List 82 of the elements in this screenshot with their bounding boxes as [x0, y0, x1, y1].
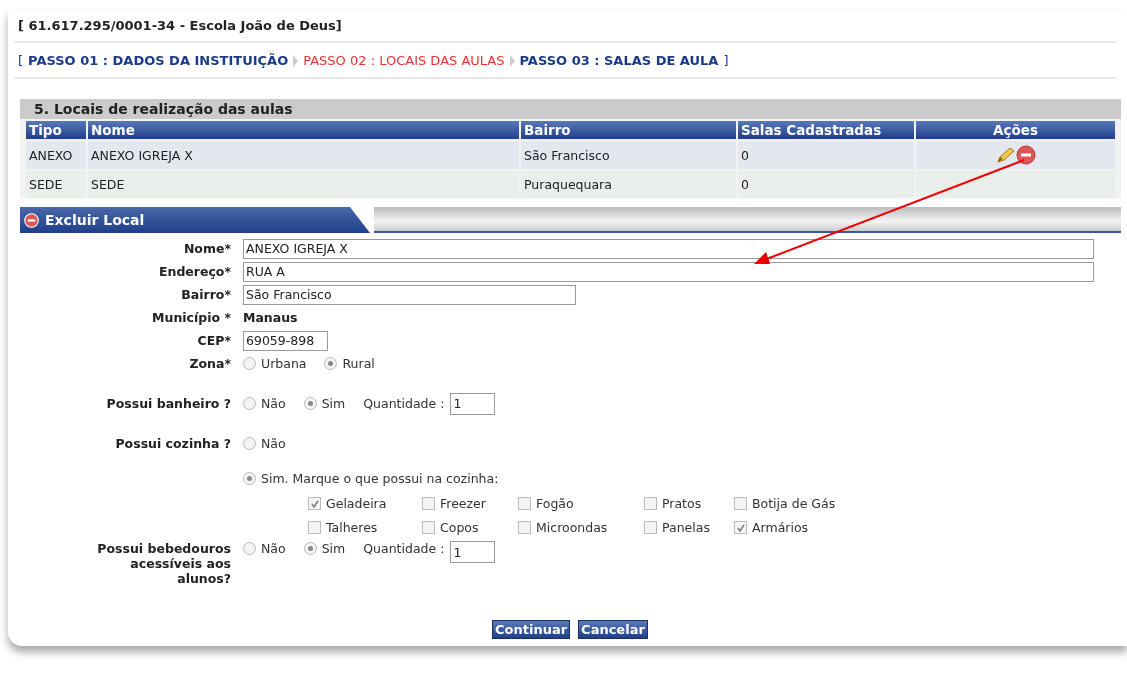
radio-button[interactable]: [243, 542, 256, 555]
checkbox[interactable]: [518, 521, 531, 534]
delete-icon: [24, 212, 39, 228]
checkbox-label: Fogão: [536, 496, 574, 511]
continue-button[interactable]: Continuar: [492, 620, 571, 639]
delete-icon[interactable]: [1015, 145, 1036, 165]
column-header: Ações: [916, 121, 1115, 139]
checkbox-label: Geladeira: [326, 496, 387, 511]
option-label: Não: [261, 396, 286, 411]
checkbox-label: Copos: [440, 520, 479, 535]
checkbox[interactable]: [518, 497, 531, 510]
column-header: Nome: [88, 121, 519, 139]
address-field[interactable]: RUA A: [243, 261, 1094, 282]
field-label: Nome*: [182, 241, 232, 256]
district-field[interactable]: São Francisco: [243, 284, 576, 305]
option-label: Não: [261, 436, 286, 451]
checkbox[interactable]: [422, 497, 435, 510]
checkbox-label: Microondas: [536, 520, 608, 535]
question-label: Possui cozinha ?: [114, 436, 232, 451]
table-cell: ANEXO: [26, 141, 86, 169]
option-label: Sim: [321, 396, 346, 411]
column-header: Bairro: [521, 121, 736, 139]
checkbox[interactable]: [734, 497, 747, 510]
pencil-icon[interactable]: [995, 146, 1016, 164]
field-label: Endereço*: [157, 264, 232, 279]
table-cell: São Francisco: [521, 141, 736, 169]
checkbox[interactable]: [644, 497, 657, 510]
column-header: Salas Cadastradas: [738, 121, 914, 139]
step-arrow-icon: [293, 54, 299, 67]
option-label: Rural: [342, 356, 375, 371]
checkbox[interactable]: [308, 521, 321, 534]
checkbox-label: Pratos: [662, 496, 702, 511]
checkbox-label: Armários: [752, 520, 809, 535]
table-cell: 0: [738, 171, 914, 197]
quantity-label: Quantidade :: [363, 541, 445, 556]
table-cell: 0: [738, 141, 914, 169]
quantity-field[interactable]: 1: [450, 541, 496, 563]
field-label: Município *: [151, 310, 232, 325]
radio-button[interactable]: [243, 357, 256, 370]
radio-button[interactable]: [303, 397, 317, 410]
checkbox[interactable]: [308, 497, 321, 510]
panel-title: Excluir Local: [45, 212, 145, 228]
bracket: [: [18, 53, 24, 68]
table-cell: SEDE: [88, 171, 519, 197]
checkbox-label: Freezer: [440, 496, 486, 511]
step-arrow-icon: [509, 54, 515, 67]
field-label: Bairro*: [180, 287, 232, 302]
checkbox-label: Panelas: [662, 520, 710, 535]
quantity-field[interactable]: 1: [450, 392, 496, 415]
city-value: Manaus: [243, 310, 298, 325]
radio-button[interactable]: [303, 542, 317, 555]
cancel-button[interactable]: Cancelar: [578, 620, 648, 639]
step-link[interactable]: PASSO 03 : SALAS DE AULA: [519, 53, 719, 68]
checkbox-label: Botija de Gás: [752, 496, 836, 511]
option-label: Urbana: [261, 356, 307, 371]
quantity-label: Quantidade :: [363, 396, 445, 411]
option-label: Sim: [321, 541, 346, 556]
option-label: Sim. Marque o que possui na cozinha:: [261, 471, 499, 486]
radio-button[interactable]: [243, 437, 256, 450]
radio-button[interactable]: [243, 397, 256, 410]
column-header: Tipo: [26, 121, 86, 139]
checkbox-label: Talheres: [326, 520, 378, 535]
name-field[interactable]: ANEXO IGREJA X: [243, 238, 1094, 259]
cep-field[interactable]: 69059-898: [243, 330, 328, 351]
table-cell: ANEXO IGREJA X: [88, 141, 519, 169]
bracket: ]: [723, 53, 729, 68]
section-title: 5. Locais de realização das aulas: [20, 99, 1121, 119]
table-cell: SEDE: [26, 171, 86, 197]
option-label: Não: [261, 541, 286, 556]
step-link[interactable]: PASSO 01 : DADOS DA INSTITUIÇÃO: [28, 53, 289, 68]
field-label: Zona*: [188, 356, 232, 371]
checkbox[interactable]: [422, 521, 435, 534]
table-cell: Puraquequara: [521, 171, 736, 197]
school-title: [ 61.617.295/0001-34 - Escola João de Deus]: [17, 17, 343, 35]
checkbox[interactable]: [644, 521, 657, 534]
question-label: Possui bebedouros acessíveis aos alunos?: [96, 541, 232, 586]
question-label: Possui banheiro ?: [105, 396, 232, 411]
step-link[interactable]: PASSO 02 : LOCAIS DAS AULAS: [303, 53, 505, 68]
radio-button[interactable]: [243, 472, 256, 485]
checkbox[interactable]: [734, 521, 747, 534]
radio-button[interactable]: [324, 357, 338, 370]
field-label: CEP*: [196, 333, 232, 348]
